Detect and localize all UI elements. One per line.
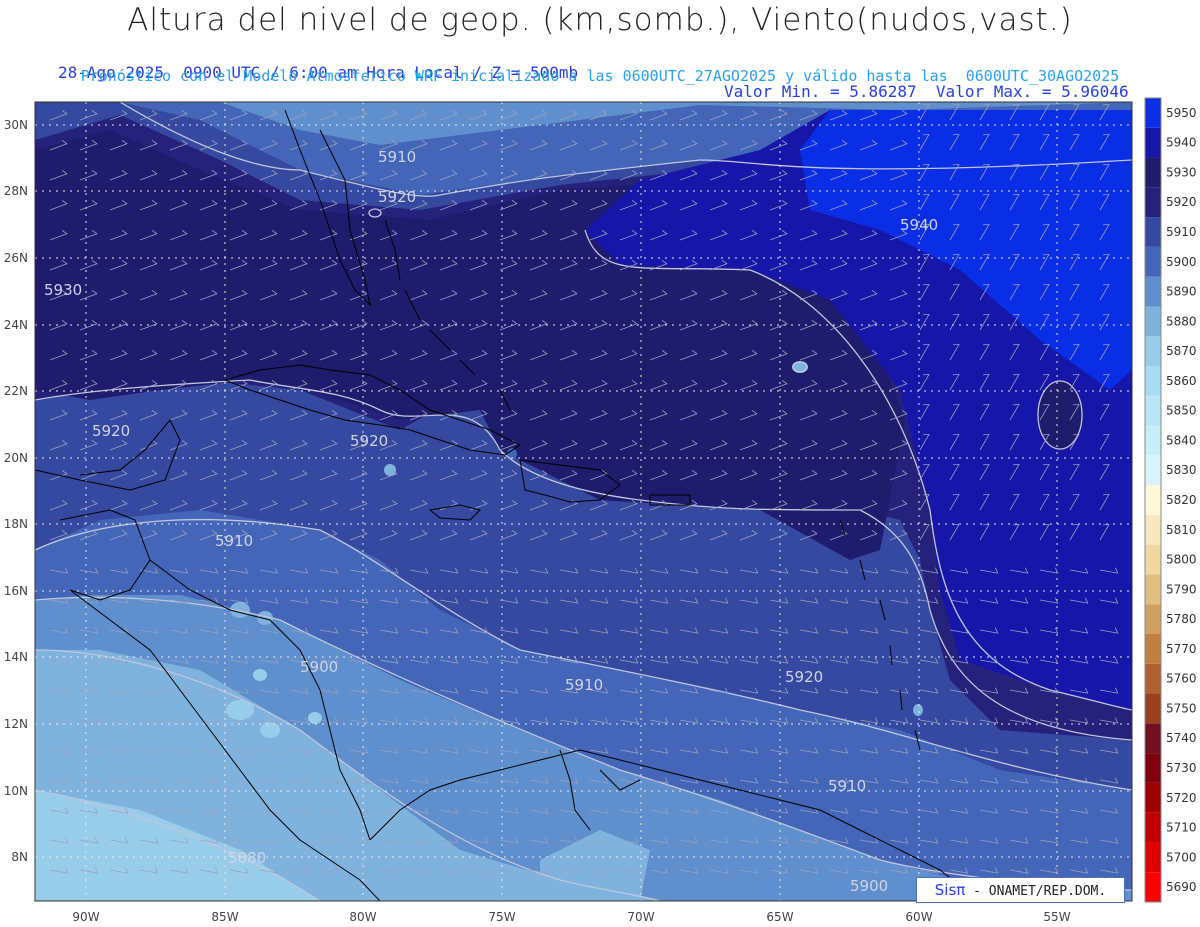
lon-tick-label: 65W bbox=[766, 910, 793, 924]
colorbar-swatch bbox=[1145, 425, 1161, 456]
lat-tick-label: 20N bbox=[4, 451, 28, 465]
lon-tick-label: 60W bbox=[905, 910, 932, 924]
contour-label: 5920 bbox=[785, 668, 823, 686]
colorbar-swatch bbox=[1145, 276, 1161, 307]
colorbar-swatch bbox=[1145, 455, 1161, 486]
lat-tick-label: 12N bbox=[4, 717, 28, 731]
colorbar-label: 5910 bbox=[1166, 225, 1197, 239]
model-info-text: Pronóstico con el Modelo Atmosferico WRF… bbox=[80, 67, 1120, 85]
colorbar-label: 5830 bbox=[1166, 463, 1197, 477]
lat-tick-label: 8N bbox=[11, 850, 28, 864]
colorbar-label: 5840 bbox=[1166, 433, 1197, 447]
lat-tick-label: 16N bbox=[4, 584, 28, 598]
lon-tick-label: 75W bbox=[488, 910, 515, 924]
colorbar-label: 5730 bbox=[1166, 761, 1197, 775]
colorbar-label: 5720 bbox=[1166, 791, 1197, 805]
colorbar-label: 5870 bbox=[1166, 344, 1197, 358]
colorbar-swatch bbox=[1145, 127, 1161, 158]
colorbar-swatch bbox=[1145, 485, 1161, 515]
contour-label: 5940 bbox=[900, 216, 938, 234]
colorbar-label: 5760 bbox=[1166, 672, 1197, 686]
lon-tick-label: 80W bbox=[349, 910, 376, 924]
geopotential-map: 5910 5920 5940 5930 5920 5920 5910 5900 … bbox=[4, 97, 1197, 924]
colorbar-swatch bbox=[1145, 812, 1161, 843]
colorbar-swatch bbox=[1145, 753, 1161, 783]
lat-tick-label: 22N bbox=[4, 384, 28, 398]
credit-text: - ONAMET/REP.DOM. bbox=[973, 884, 1107, 899]
map-title: Altura del nivel de geop. (km,somb.), Vi… bbox=[127, 2, 1073, 38]
colorbar-label: 5950 bbox=[1166, 106, 1197, 120]
colorbar-swatch bbox=[1145, 842, 1161, 873]
colorbar-swatch bbox=[1145, 634, 1161, 664]
colorbar-label: 5690 bbox=[1166, 880, 1197, 894]
colorbar-swatch bbox=[1145, 157, 1161, 188]
lat-tick-label: 10N bbox=[4, 784, 28, 798]
contour-label: 5910 bbox=[378, 148, 416, 166]
longitude-axis: 90W 85W 80W 75W 70W 65W 60W 55W bbox=[72, 910, 1070, 924]
colorbar-label: 5900 bbox=[1166, 255, 1197, 269]
colorbar-label: 5770 bbox=[1166, 642, 1197, 656]
colorbar-label: 5700 bbox=[1166, 850, 1197, 864]
contour-label: 5930 bbox=[44, 281, 82, 299]
colorbar-swatch bbox=[1145, 782, 1161, 813]
colorbar-swatch bbox=[1145, 872, 1161, 902]
contour-label: 5910 bbox=[565, 676, 603, 694]
contour-label: 5910 bbox=[215, 532, 253, 550]
colorbar: 5690 5700 5710 5720 5730 5740 5750 5760 5770 5780… bbox=[1144, 97, 1197, 903]
colorbar-label: 5780 bbox=[1166, 612, 1197, 626]
contour-label: 5900 bbox=[850, 877, 888, 895]
colorbar-swatch bbox=[1145, 246, 1161, 277]
colorbar-swatch bbox=[1145, 366, 1161, 396]
credit-box: Sisπ - ONAMET/REP.DOM. bbox=[916, 877, 1125, 903]
contour-label: 5920 bbox=[378, 188, 416, 206]
colorbar-swatch bbox=[1145, 306, 1161, 337]
colorbar-label: 5930 bbox=[1166, 165, 1197, 179]
colorbar-swatch bbox=[1145, 604, 1161, 634]
colorbar-label: 5860 bbox=[1166, 374, 1197, 388]
colorbar-swatch bbox=[1145, 336, 1161, 366]
lon-tick-label: 70W bbox=[627, 910, 654, 924]
colorbar-swatch bbox=[1145, 98, 1161, 128]
colorbar-label: 5810 bbox=[1166, 523, 1197, 537]
lat-tick-label: 30N bbox=[4, 118, 28, 132]
colorbar-label: 5890 bbox=[1166, 285, 1197, 299]
colorbar-swatch bbox=[1145, 544, 1161, 575]
lat-tick-label: 26N bbox=[4, 251, 28, 265]
lat-tick-label: 24N bbox=[4, 318, 28, 332]
contour-label: 5910 bbox=[828, 777, 866, 795]
lon-tick-label: 85W bbox=[211, 910, 238, 924]
sispi-logo-text: Sisπ bbox=[934, 881, 966, 899]
colorbar-label: 5710 bbox=[1166, 821, 1197, 835]
colorbar-swatch bbox=[1145, 693, 1161, 724]
latitude-axis: 30N 28N 26N 24N 22N 20N 18N 16N 14N 12N … bbox=[4, 118, 28, 864]
colorbar-swatch bbox=[1145, 395, 1161, 426]
colorbar-label: 5800 bbox=[1166, 553, 1197, 567]
contour-label: 5920 bbox=[92, 422, 130, 440]
colorbar-label: 5820 bbox=[1166, 493, 1197, 507]
colorbar-swatch bbox=[1145, 187, 1161, 218]
colorbar-label: 5920 bbox=[1166, 195, 1197, 209]
colorbar-swatch bbox=[1145, 663, 1161, 694]
contour-label: 5880 bbox=[228, 849, 266, 867]
colorbar-label: 5740 bbox=[1166, 731, 1197, 745]
lon-tick-label: 90W bbox=[72, 910, 99, 924]
colorbar-label: 5940 bbox=[1166, 136, 1197, 150]
colorbar-label: 5790 bbox=[1166, 582, 1197, 596]
contour-label: 5920 bbox=[350, 432, 388, 450]
lat-tick-label: 18N bbox=[4, 517, 28, 531]
lat-tick-label: 28N bbox=[4, 184, 28, 198]
colorbar-swatch bbox=[1145, 574, 1161, 605]
lat-tick-label: 14N bbox=[4, 650, 28, 664]
colorbar-label: 5880 bbox=[1166, 314, 1197, 328]
colorbar-label: 5850 bbox=[1166, 404, 1197, 418]
colorbar-label: 5750 bbox=[1166, 701, 1197, 715]
lon-tick-label: 55W bbox=[1043, 910, 1070, 924]
colorbar-swatch bbox=[1145, 217, 1161, 247]
colorbar-swatch bbox=[1145, 723, 1161, 754]
colorbar-swatch bbox=[1145, 514, 1161, 545]
contour-label: 5900 bbox=[300, 658, 338, 676]
